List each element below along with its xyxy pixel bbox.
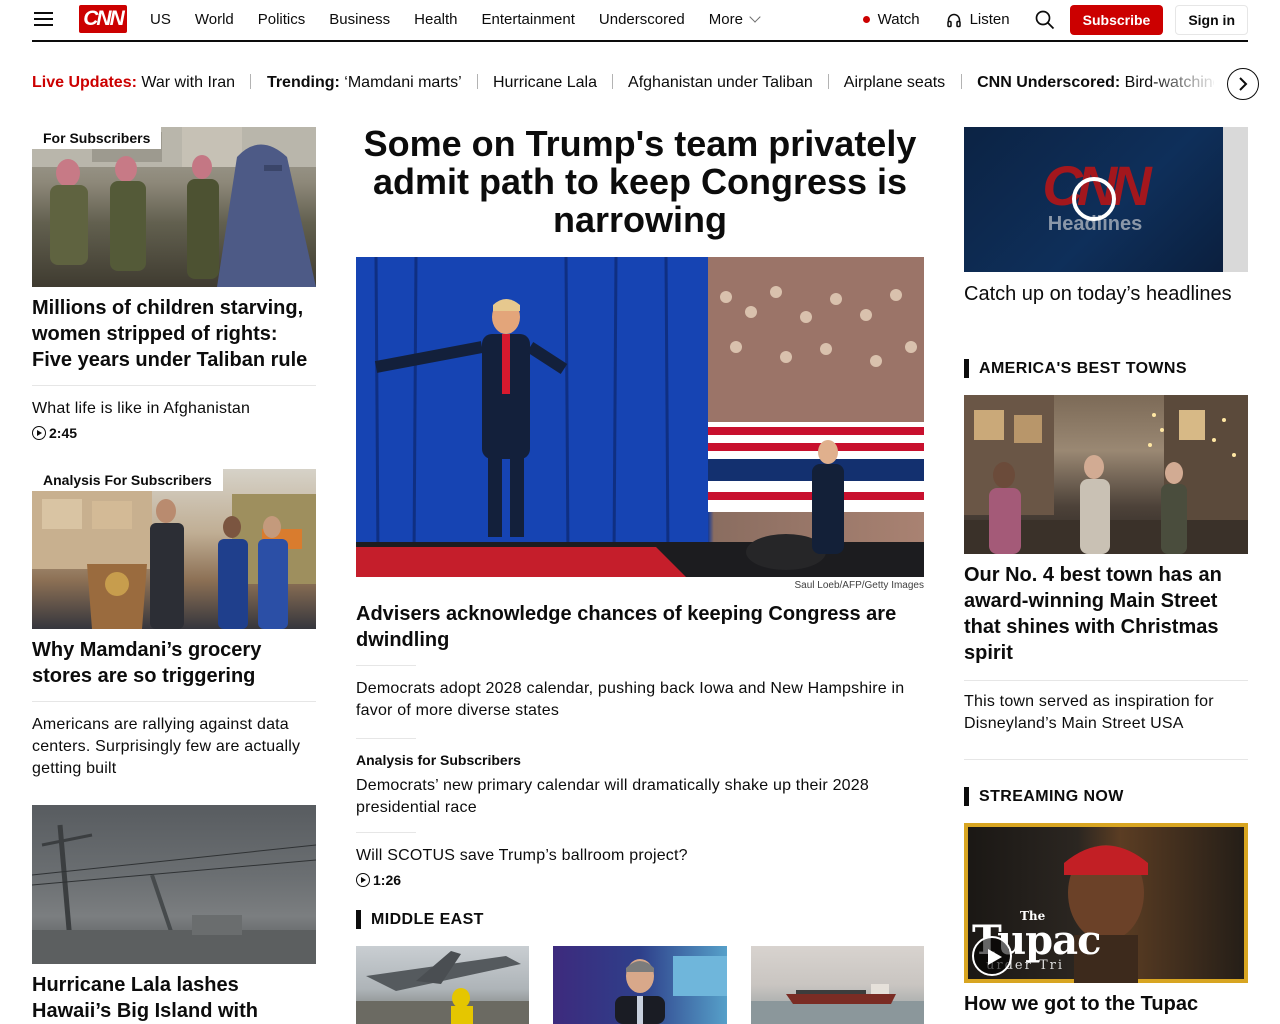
nav-world[interactable]: World: [195, 11, 234, 28]
duration-text: 1:26: [373, 872, 402, 888]
menu-icon[interactable]: [34, 12, 53, 26]
tapper-story-image[interactable]: [553, 946, 727, 1024]
play-icon: [32, 426, 46, 440]
divider: [32, 701, 316, 702]
democrats-calendar-link[interactable]: Democrats adopt 2028 calendar, pushing b…: [356, 678, 924, 722]
town-image-art: [964, 395, 1248, 554]
trending-label: Trending:: [266, 74, 340, 91]
photo-credit: Saul Loeb/AFP/Getty Images: [794, 580, 924, 591]
trending-text: ‘Mamdani marts’: [344, 74, 462, 91]
watch-button[interactable]: Watch: [862, 11, 920, 28]
live-updates-label: Live Updates:: [32, 74, 137, 91]
tupac-video-image[interactable]: The Tupac urder Tri: [964, 823, 1248, 983]
listen-label: Listen: [969, 11, 1010, 28]
studio-image-art: [615, 956, 727, 1024]
signin-button[interactable]: Sign in: [1175, 4, 1248, 35]
afghanistan-video-link[interactable]: What life is like in Afghanistan: [32, 398, 316, 420]
nav-underscored[interactable]: Underscored: [599, 11, 685, 28]
divider: [964, 680, 1248, 681]
nav-business[interactable]: Business: [329, 11, 390, 28]
headlines-video-player[interactable]: CNN Headlines: [964, 127, 1248, 272]
trending-divider: [612, 74, 614, 89]
best-town-headline[interactable]: Our No. 4 best town has an award-winning…: [964, 562, 1248, 666]
underscored-label: CNN Underscored:: [977, 74, 1121, 91]
play-icon: [356, 873, 370, 887]
subscriber-badge: For Subscribers: [32, 127, 162, 149]
nav-more-label: More: [708, 10, 743, 28]
nav-more[interactable]: More: [708, 10, 761, 28]
streaming-now-section-title[interactable]: STREAMING NOW: [964, 787, 1124, 806]
chevron-down-icon: [749, 11, 761, 23]
trending-next-button[interactable]: [1227, 68, 1259, 100]
trump-rally-image[interactable]: [356, 257, 924, 577]
tanker-story-image[interactable]: [751, 946, 924, 1024]
hurricane-story-image[interactable]: [32, 805, 316, 964]
subscribe-button[interactable]: Subscribe: [1069, 4, 1164, 35]
headphones-icon: [946, 13, 961, 27]
mamdani-story-image[interactable]: Analysis For Subscribers: [32, 469, 316, 629]
divider: [964, 759, 1248, 760]
nav-us[interactable]: US: [150, 11, 171, 28]
nav-entertainment[interactable]: Entertainment: [482, 11, 575, 28]
analysis-label: Analysis for Subscribers: [356, 752, 521, 768]
trending-hurricane-lala[interactable]: Hurricane Lala: [493, 74, 597, 91]
best-towns-section-title[interactable]: AMERICA'S BEST TOWNS: [964, 359, 1187, 378]
jet-story-image[interactable]: [356, 946, 529, 1024]
tupac-headline[interactable]: How we got to the Tupac: [964, 991, 1248, 1017]
taliban-headline[interactable]: Millions of children starving, women str…: [32, 295, 316, 373]
listen-button[interactable]: Listen: [946, 11, 1010, 28]
hurricane-headline[interactable]: Hurricane Lala lashes Hawaii’s Big Islan…: [32, 972, 316, 1024]
loading-spinner-icon: [1072, 177, 1116, 221]
header-actions: Watch Listen Subscribe Sign in: [862, 4, 1248, 35]
mamdani-image-art: [32, 489, 316, 629]
divider: [356, 832, 416, 833]
trending-divider: [250, 74, 252, 89]
advisers-headline-link[interactable]: Advisers acknowledge chances of keeping …: [356, 601, 924, 653]
main-nav: US World Politics Business Health Entert…: [150, 0, 761, 38]
duration-text: 2:45: [49, 425, 78, 441]
trump-image-art: [356, 257, 924, 577]
trending-mamdani[interactable]: Trending: ‘Mamdani marts’: [267, 74, 461, 91]
taliban-image-art: [32, 127, 316, 287]
trending-bar: Live Updates: War with Iran Trending: ‘M…: [32, 66, 1214, 100]
search-icon[interactable]: [1034, 9, 1056, 31]
video-duration: 2:45: [32, 425, 77, 441]
site-header: CNN US World Politics Business Health En…: [32, 0, 1248, 42]
divider: [356, 665, 416, 666]
trending-airplane-seats[interactable]: Airplane seats: [844, 74, 945, 91]
catch-up-headline[interactable]: Catch up on today’s headlines: [964, 281, 1248, 307]
video-duration: 1:26: [356, 872, 401, 888]
trending-afghanistan[interactable]: Afghanistan under Taliban: [628, 74, 813, 91]
trending-fade: [1150, 66, 1220, 100]
primary-calendar-link[interactable]: Democrats’ new primary calendar will dra…: [356, 775, 924, 819]
scotus-ballroom-link[interactable]: Will SCOTUS save Trump’s ballroom projec…: [356, 845, 924, 867]
nav-politics[interactable]: Politics: [258, 11, 306, 28]
cnn-logo[interactable]: CNN: [79, 5, 127, 33]
main-street-image[interactable]: [964, 395, 1248, 554]
middle-east-section-title[interactable]: MIDDLE EAST: [356, 910, 484, 929]
divider: [356, 738, 416, 739]
play-icon: [988, 949, 1002, 965]
trending-divider: [476, 74, 478, 89]
hurricane-image-art: [32, 824, 316, 964]
live-dot-icon: [862, 16, 870, 23]
ship-image-art: [751, 984, 924, 1024]
video-edge: [1223, 127, 1248, 272]
nav-health[interactable]: Health: [414, 11, 457, 28]
main-headline[interactable]: Some on Trump's team privately admit pat…: [356, 125, 924, 239]
jet-image-art: [356, 951, 529, 1024]
trending-divider: [828, 74, 830, 89]
watch-label: Watch: [877, 11, 920, 28]
trending-divider: [960, 74, 962, 89]
live-updates-text: War with Iran: [141, 74, 236, 91]
mamdani-headline[interactable]: Why Mamdani’s grocery stores are so trig…: [32, 637, 316, 689]
divider: [32, 385, 316, 386]
trending-live-updates[interactable]: Live Updates: War with Iran: [32, 74, 235, 91]
play-button[interactable]: [972, 936, 1012, 976]
taliban-story-image[interactable]: For Subscribers: [32, 127, 316, 287]
disneyland-inspiration-link[interactable]: This town served as inspiration for Disn…: [964, 691, 1248, 735]
chevron-right-icon: [1239, 77, 1248, 91]
data-centers-link[interactable]: Americans are rallying against data cent…: [32, 714, 316, 780]
analysis-badge: Analysis For Subscribers: [32, 469, 223, 491]
